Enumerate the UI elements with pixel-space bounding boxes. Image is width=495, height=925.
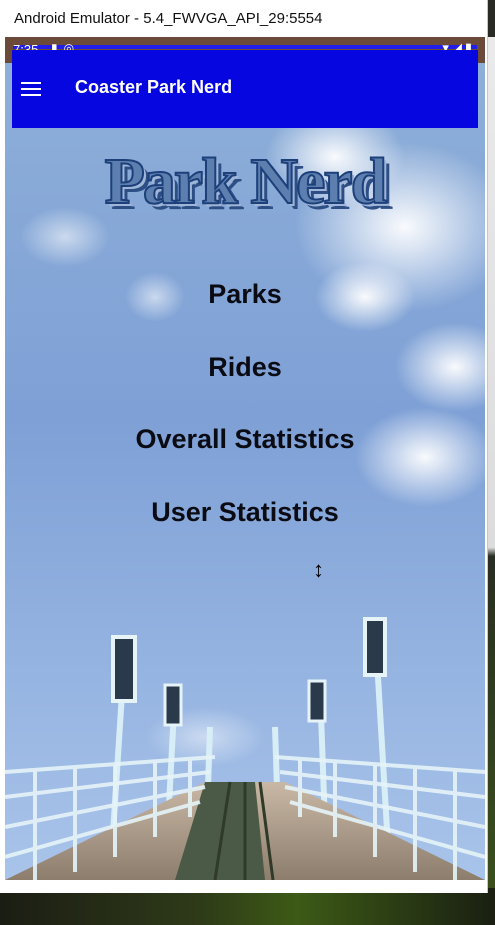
desktop-edge bbox=[487, 37, 495, 888]
overall-statistics-link[interactable]: Overall Statistics bbox=[5, 424, 485, 455]
emulator-window: Android Emulator - 5.4_FWVGA_API_29:5554 bbox=[0, 0, 488, 893]
user-statistics-link[interactable]: User Statistics bbox=[5, 497, 485, 528]
status-progress bbox=[13, 45, 477, 49]
rides-link[interactable]: Rides bbox=[5, 352, 485, 383]
park-nerd-logo: Park Nerd bbox=[104, 144, 389, 219]
device-screen: 7:35 ▮◎ ▾◢▮ Coaster Park Nerd Park Nerd … bbox=[5, 37, 485, 880]
hamburger-menu-icon[interactable] bbox=[21, 82, 41, 98]
app-title: Coaster Park Nerd bbox=[75, 77, 233, 97]
window-title: Android Emulator - 5.4_FWVGA_API_29:5554 bbox=[0, 0, 487, 37]
resize-cursor-icon: ↕ bbox=[313, 557, 324, 582]
parks-link[interactable]: Parks bbox=[5, 279, 485, 310]
desktop-background bbox=[0, 888, 495, 925]
